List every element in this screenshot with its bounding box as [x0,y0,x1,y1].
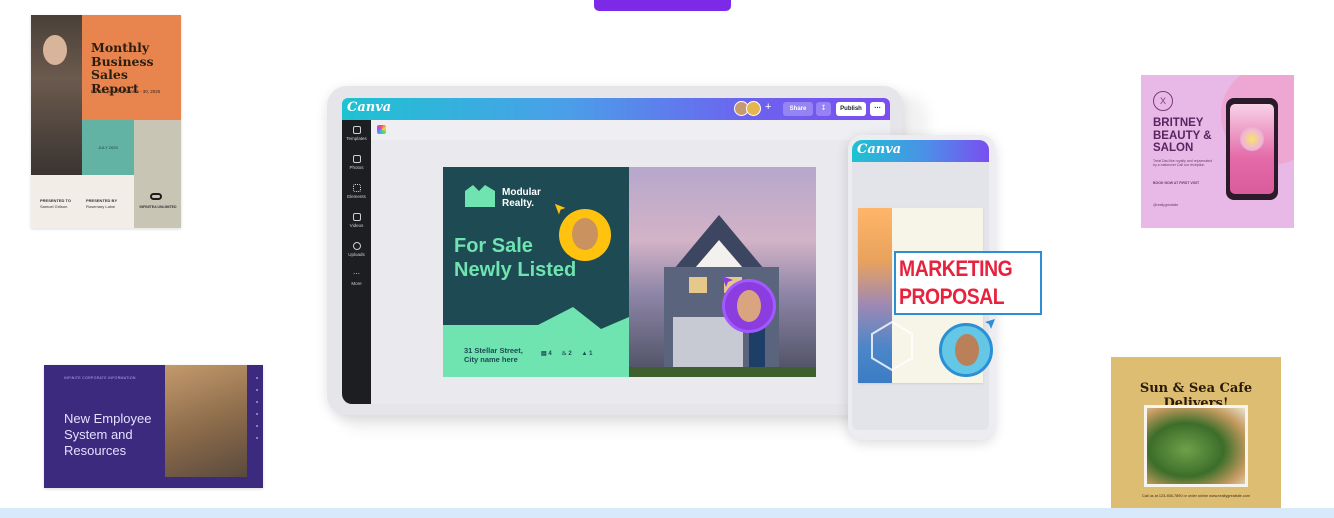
cursor-arrow-icon [554,203,568,217]
more-options-button[interactable]: … [870,102,885,116]
presented-to-label: PRESENTED TO [40,198,72,203]
cafe-footer: Call us at 123-456-7890 or order online … [1141,494,1251,498]
realty-brand-line2: Realty. [502,198,535,209]
sale-headline: For Sale Newly Listed [454,234,576,282]
house-window [689,277,707,293]
pagination-dots [254,371,260,481]
photos-icon [352,155,361,163]
flower-face [1240,127,1264,151]
color-picker-icon[interactable] [377,125,386,134]
design-real-estate[interactable]: Modular Realty. For Sale Newly Listed 31… [443,167,816,377]
sidebar-item-templates[interactable]: Templates [342,126,371,141]
canva-logo[interactable]: Canva [347,100,391,115]
presented-by-label: PRESENTED BY [86,198,118,203]
download-icon[interactable]: ↧ [816,102,831,116]
sidebar-label: Elements [347,194,366,199]
salon-tagline: Treat Dad like royalty and rejuvenated b… [1153,159,1213,167]
baths-count: 2 [568,351,572,357]
editor-sidebar: Templates Photos Elements Videos Uploads… [342,120,371,404]
canva-logo[interactable]: Canva [857,142,901,157]
address-line2: City name here [464,355,518,364]
report-title: Monthly Business Sales Report [91,40,154,96]
report-teal-label: JULY 2025 [98,145,118,150]
front-door [749,327,765,367]
face [955,334,979,366]
bed-icon: ▤ [541,351,547,357]
sidebar-item-photos[interactable]: Photos [342,155,371,170]
presented-by-name: Rosemary Laine [86,204,116,209]
house-roof [669,215,769,275]
realty-logo-icon [465,185,495,207]
sidebar-item-elements[interactable]: Elements [342,184,371,199]
employee-caption: INFINITE CORPORATE INFORMATION [64,376,136,380]
food-photo [1147,408,1245,484]
address-line1: 31 Stellar Street, [464,346,523,355]
sidebar-item-more[interactable]: ⋯ More [342,271,371,286]
sidebar-item-uploads[interactable]: Uploads [342,242,371,257]
phone-topbar: Canva [852,140,989,162]
sidebar-label: Uploads [348,252,365,257]
report-subtitle: For the period of June 1 - 30, 2025 [91,89,161,94]
marketing-title-line2: PROPOSAL [899,284,1005,309]
house-photo [629,167,816,377]
sidebar-label: Templates [346,136,367,141]
collaborator-avatar-bearded [939,323,993,377]
template-card-sun-sea[interactable]: Sun & Sea Cafe Delivers! Call us at 123-… [1111,357,1281,508]
salon-cta: BOOK NOW AT FIRST VISIT [1153,181,1200,185]
presented-to-name: Samuel Grilson [40,204,68,209]
publish-button[interactable]: Publish [836,102,866,116]
report-brand: INFINITEA UNLIMITED [139,205,177,209]
template-card-sales-report[interactable]: Monthly Business Sales Report For the pe… [31,15,181,228]
marketing-title-line1: MARKETING [899,256,1013,281]
sidebar-label: More [351,281,362,286]
employee-title: New Employee System and Resources [64,411,152,458]
face [737,290,761,322]
share-button[interactable]: Share [783,102,813,116]
template-card-britney-beauty[interactable]: X BRITNEY BEAUTY & SALON Treat Dad like … [1141,75,1294,228]
templates-icon [352,126,361,134]
property-address: 31 Stellar Street, City name here [464,346,523,364]
videos-icon [352,213,361,221]
lawn [629,367,816,377]
sidebar-item-videos[interactable]: Videos [342,213,371,228]
marketing-title: MARKETING PROPOSAL [899,255,1019,311]
realty-brand: Modular Realty. [502,187,541,209]
template-card-new-employee[interactable]: INFINITE CORPORATE INFORMATION New Emplo… [44,365,263,488]
cars-count: 1 [589,351,593,357]
report-grey-panel [134,120,181,228]
face [572,218,598,250]
sidebar-label: Photos [349,165,364,170]
infinity-logo-icon [150,193,162,200]
uploads-icon [352,242,361,250]
salon-title: BRITNEY BEAUTY & SALON [1153,117,1212,154]
bottom-section-band [0,508,1334,518]
bath-icon: ♨ [561,351,567,357]
editor-topbar: Canva + Share ↧ Publish … [342,98,890,120]
hexagon-outline-icon [871,320,913,372]
salon-handle: @reallygreatsite [1153,203,1179,207]
report-person-face [43,35,67,65]
elements-icon [352,184,361,192]
handshake-photo [165,365,247,477]
get-started-button[interactable] [594,0,731,11]
realty-brand-line1: Modular [502,187,541,198]
sale-headline-line2: Newly Listed [454,259,577,281]
salon-logo-icon: X [1153,91,1173,111]
sale-headline-line1: For Sale [454,235,533,257]
cursor-arrow-icon [985,319,995,329]
cursor-arrow-icon [722,276,733,287]
property-amenities: ▤ 4 ♨ 2 ▲ 1 [541,350,592,357]
sidebar-label: Videos [349,223,364,228]
more-icon: ⋯ [353,271,360,278]
collaborator-avatars[interactable] [734,101,764,117]
avatar [746,101,761,116]
add-collaborator-icon[interactable]: + [765,101,771,113]
car-icon: ▲ [581,351,588,357]
beds-count: 4 [548,351,552,357]
